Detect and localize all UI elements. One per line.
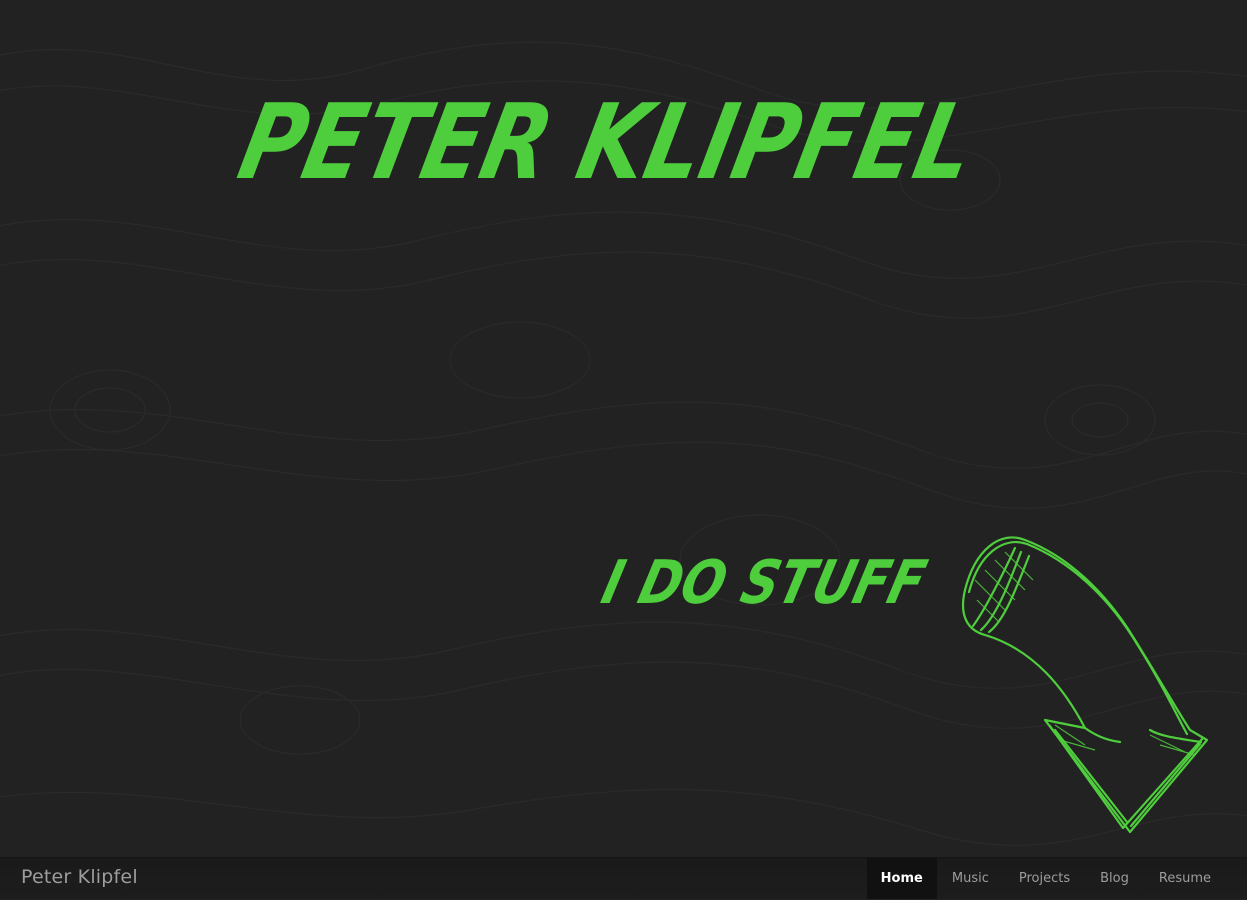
nav-link-music[interactable]: Music — [937, 858, 1004, 899]
nav-link-projects[interactable]: Projects — [1004, 858, 1085, 899]
nav-link-home[interactable]: Home — [866, 858, 937, 899]
hand-drawn-arrow-icon — [945, 530, 1215, 845]
nav-menu: Home Music Projects Blog Resume — [866, 858, 1226, 900]
nav-link-blog[interactable]: Blog — [1085, 858, 1144, 899]
tagline-text: I DO STUFF — [595, 548, 932, 618]
tagline: I DO STUFF — [595, 535, 940, 620]
navbar: Peter Klipfel Home Music Projects Blog R… — [0, 857, 1247, 899]
hero-title-text: PETER KLIPFEL — [229, 81, 985, 203]
nav-link-resume[interactable]: Resume — [1144, 858, 1226, 899]
hero-title: PETER KLIPFEL — [229, 78, 985, 203]
brand-link[interactable]: Peter Klipfel — [21, 866, 138, 888]
